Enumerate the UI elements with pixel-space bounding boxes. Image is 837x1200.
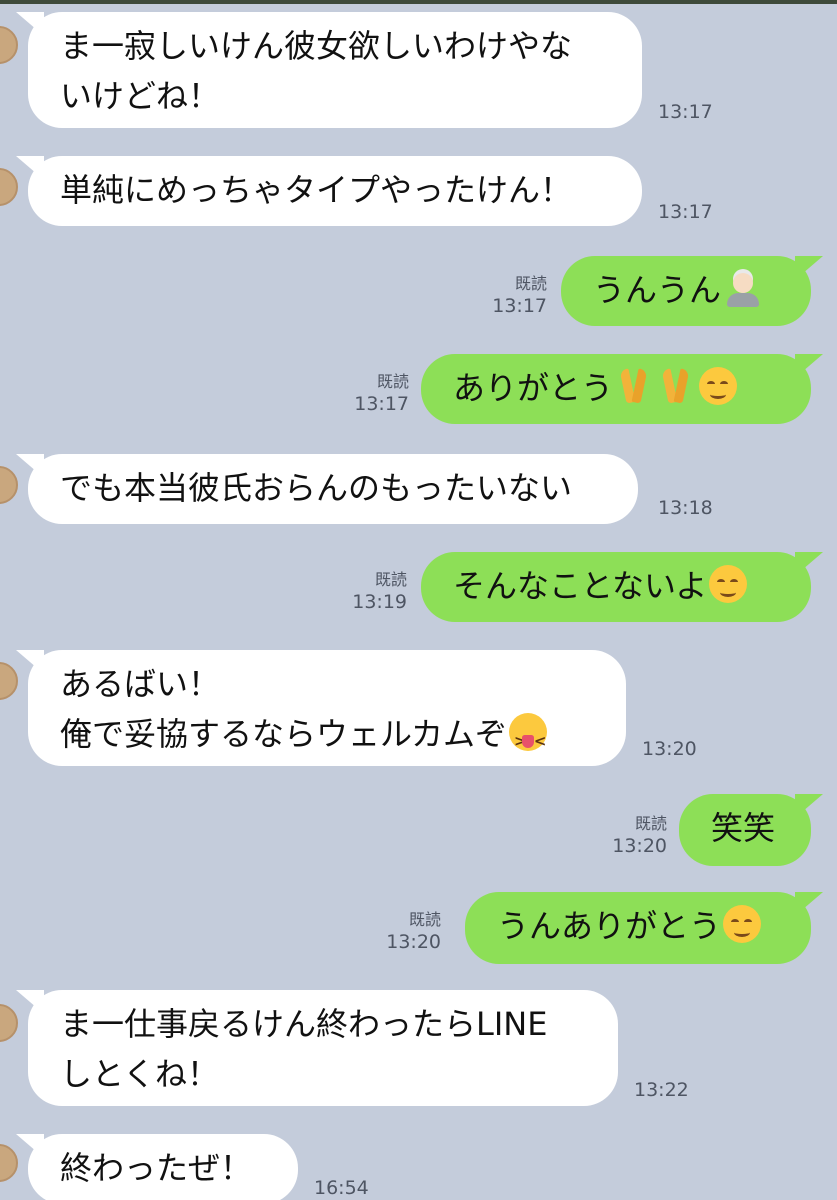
outgoing-message[interactable]: そんなことないよ — [421, 552, 823, 622]
message-time: 13:17 — [658, 201, 713, 223]
folded-hands-icon — [615, 367, 655, 405]
incoming-message[interactable]: ま一仕事戻るけん終わったらLINE しとくね！ — [16, 990, 618, 1106]
message-meta: 13:17 — [658, 100, 713, 124]
message-text: うんうん — [593, 271, 722, 309]
message-meta: 13:17 — [658, 200, 713, 224]
read-receipt: 既読 — [408, 910, 441, 929]
outgoing-message[interactable]: 笑笑 — [679, 794, 823, 866]
message-meta: 13:18 — [658, 496, 713, 520]
incoming-message[interactable]: 終わったぜ！ — [16, 1134, 298, 1200]
read-receipt: 既読 — [376, 372, 409, 391]
message-line: ま一仕事戻るけん終わったらLINE — [60, 1005, 548, 1043]
message-time: 13:17 — [354, 393, 409, 415]
message-meta: 13:22 — [634, 1078, 689, 1102]
message-meta: 既読 13:17 — [354, 372, 409, 416]
incoming-message[interactable]: ま一寂しいけん彼女欲しいわけやな いけどね！ — [16, 12, 642, 128]
incoming-message[interactable]: 単純にめっちゃタイプやったけん！ — [16, 156, 642, 226]
message-time: 13:20 — [386, 931, 441, 953]
message-line: 俺で妥協するならウェルカムぞ — [60, 715, 508, 753]
outgoing-message[interactable]: うんありがとう — [465, 892, 823, 964]
message-text: ありがとう — [453, 369, 614, 407]
message-time: 16:54 — [314, 1177, 369, 1199]
folded-hands-icon — [657, 367, 697, 405]
outgoing-message[interactable]: うんうん — [561, 256, 823, 326]
message-time: 13:22 — [634, 1079, 689, 1101]
incoming-message[interactable]: あるばい！ 俺で妥協するならウェルカムぞ — [16, 650, 626, 766]
message-text: そんなことないよ — [453, 567, 708, 605]
read-receipt: 既読 — [634, 814, 667, 833]
relieved-face-icon — [709, 565, 748, 603]
message-time: 13:18 — [658, 497, 713, 519]
message-text: 笑笑 — [711, 809, 776, 847]
chat-area[interactable]: ま一寂しいけん彼女欲しいわけやな いけどね！ 13:17 単純にめっちゃタイプや… — [0, 0, 837, 1200]
message-line: 単純にめっちゃタイプやったけん！ — [60, 171, 573, 209]
squinting-tongue-face-icon — [509, 713, 547, 766]
message-text: うんありがとう — [497, 907, 722, 945]
message-meta: 既読 13:20 — [386, 910, 441, 954]
message-time: 13:17 — [492, 295, 547, 317]
top-edge — [0, 0, 837, 4]
read-receipt: 既読 — [374, 570, 407, 589]
incoming-message[interactable]: でも本当彼氏おらんのもったいない — [16, 454, 638, 524]
read-receipt: 既読 — [514, 274, 547, 293]
message-meta: 既読 13:20 — [612, 814, 667, 858]
message-meta: 13:20 — [642, 737, 697, 761]
message-meta: 既読 13:17 — [492, 274, 547, 318]
relieved-face-icon — [699, 367, 738, 405]
message-line: いけどね！ — [60, 77, 221, 115]
message-time: 13:17 — [658, 101, 713, 123]
message-meta: 16:54 — [314, 1176, 369, 1200]
relieved-face-icon — [723, 905, 762, 943]
message-line: あるばい！ — [60, 665, 221, 703]
message-line: しとくね！ — [60, 1055, 220, 1093]
message-time: 13:19 — [352, 591, 407, 613]
message-meta: 既読 13:19 — [352, 570, 407, 614]
message-line: ま一寂しいけん彼女欲しいわけやな — [60, 27, 573, 65]
message-time: 13:20 — [642, 738, 697, 760]
message-line: 終わったぜ！ — [60, 1149, 253, 1187]
message-time: 13:20 — [612, 835, 667, 857]
person-gesturing-ok-icon — [723, 269, 763, 307]
outgoing-message[interactable]: ありがとう — [421, 354, 823, 424]
message-line: でも本当彼氏おらんのもったいない — [60, 469, 573, 507]
